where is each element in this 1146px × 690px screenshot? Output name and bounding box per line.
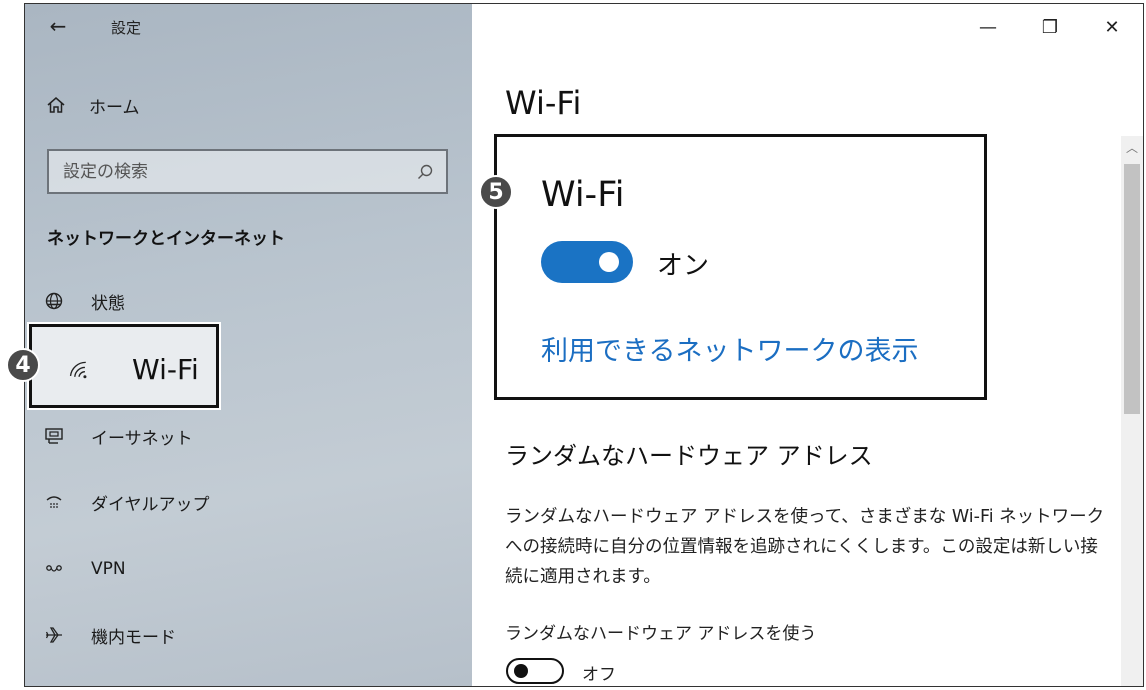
random-hw-toggle[interactable]: [506, 658, 564, 684]
close-button[interactable]: ✕: [1081, 4, 1143, 50]
sidebar-item-home[interactable]: ホーム: [45, 90, 140, 120]
sidebar-item-label: ホーム: [89, 97, 140, 118]
app-title: 設定: [111, 19, 142, 37]
wifi-card-title: Wi-Fi: [541, 175, 625, 215]
sidebar-item-label: イーサネット: [91, 428, 193, 449]
sidebar-item-label: 状態: [91, 293, 125, 314]
window-controls: — ❐ ✕: [957, 4, 1143, 50]
title-bar: ← 設定: [25, 4, 472, 50]
ethernet-icon: [43, 425, 65, 447]
sidebar-item-label: ダイヤルアップ: [91, 494, 210, 515]
sidebar-item-ethernet[interactable]: イーサネット: [43, 419, 193, 453]
search-icon[interactable]: [414, 161, 436, 183]
sidebar-item-dialup[interactable]: ダイヤルアップ: [43, 485, 210, 519]
random-hw-toggle-state: オフ: [582, 665, 616, 685]
page-title: Wi-Fi: [505, 84, 582, 122]
sidebar-item-label: VPN: [91, 559, 126, 579]
search-input[interactable]: [63, 161, 403, 182]
sidebar-item-wifi[interactable]: Wi-Fi: [29, 324, 219, 408]
annotation-badge-4: 4: [6, 348, 40, 382]
toggle-knob: [514, 664, 528, 678]
home-icon: [45, 94, 67, 116]
wifi-toggle-state: オン: [657, 251, 710, 281]
show-available-networks-link[interactable]: 利用できるネットワークの表示: [541, 329, 918, 368]
section-title: ネットワークとインターネット: [47, 229, 285, 249]
sidebar-item-status[interactable]: 状態: [43, 284, 125, 318]
toggle-knob: [599, 252, 619, 272]
airplane-icon: [43, 624, 65, 646]
back-button[interactable]: ←: [45, 14, 71, 38]
sidebar-item-label: Wi-Fi: [132, 353, 199, 386]
sidebar-item-label: 機内モード: [91, 627, 176, 648]
minimize-button[interactable]: —: [957, 4, 1019, 50]
sidebar: ← 設定 ホーム ネットワークとインターネット 状態: [25, 4, 472, 686]
random-hw-heading: ランダムなハードウェア アドレス: [505, 442, 873, 470]
scroll-up-arrow-icon[interactable]: ︿: [1121, 136, 1143, 158]
random-hw-description: ランダムなハードウェア アドレスを使って、さまざまな Wi-Fi ネットワークへ…: [505, 507, 1105, 587]
settings-window: ← 設定 ホーム ネットワークとインターネット 状態: [24, 3, 1144, 687]
sidebar-item-vpn[interactable]: VPN: [43, 552, 126, 586]
random-hw-toggle-label: ランダムなハードウェア アドレスを使う: [505, 624, 817, 644]
search-box[interactable]: [47, 149, 448, 194]
annotation-badge-5: 5: [479, 175, 513, 209]
scroll-thumb[interactable]: [1124, 164, 1140, 414]
sidebar-item-airplane[interactable]: 機内モード: [43, 618, 176, 652]
dialup-icon: [43, 491, 65, 513]
wifi-settings-card: Wi-Fi オン 利用できるネットワークの表示: [494, 134, 987, 400]
globe-icon: [43, 290, 65, 312]
maximize-button[interactable]: ❐: [1019, 4, 1081, 50]
vpn-icon: [43, 558, 65, 580]
wifi-icon: [68, 359, 90, 381]
wifi-toggle[interactable]: [541, 241, 633, 283]
